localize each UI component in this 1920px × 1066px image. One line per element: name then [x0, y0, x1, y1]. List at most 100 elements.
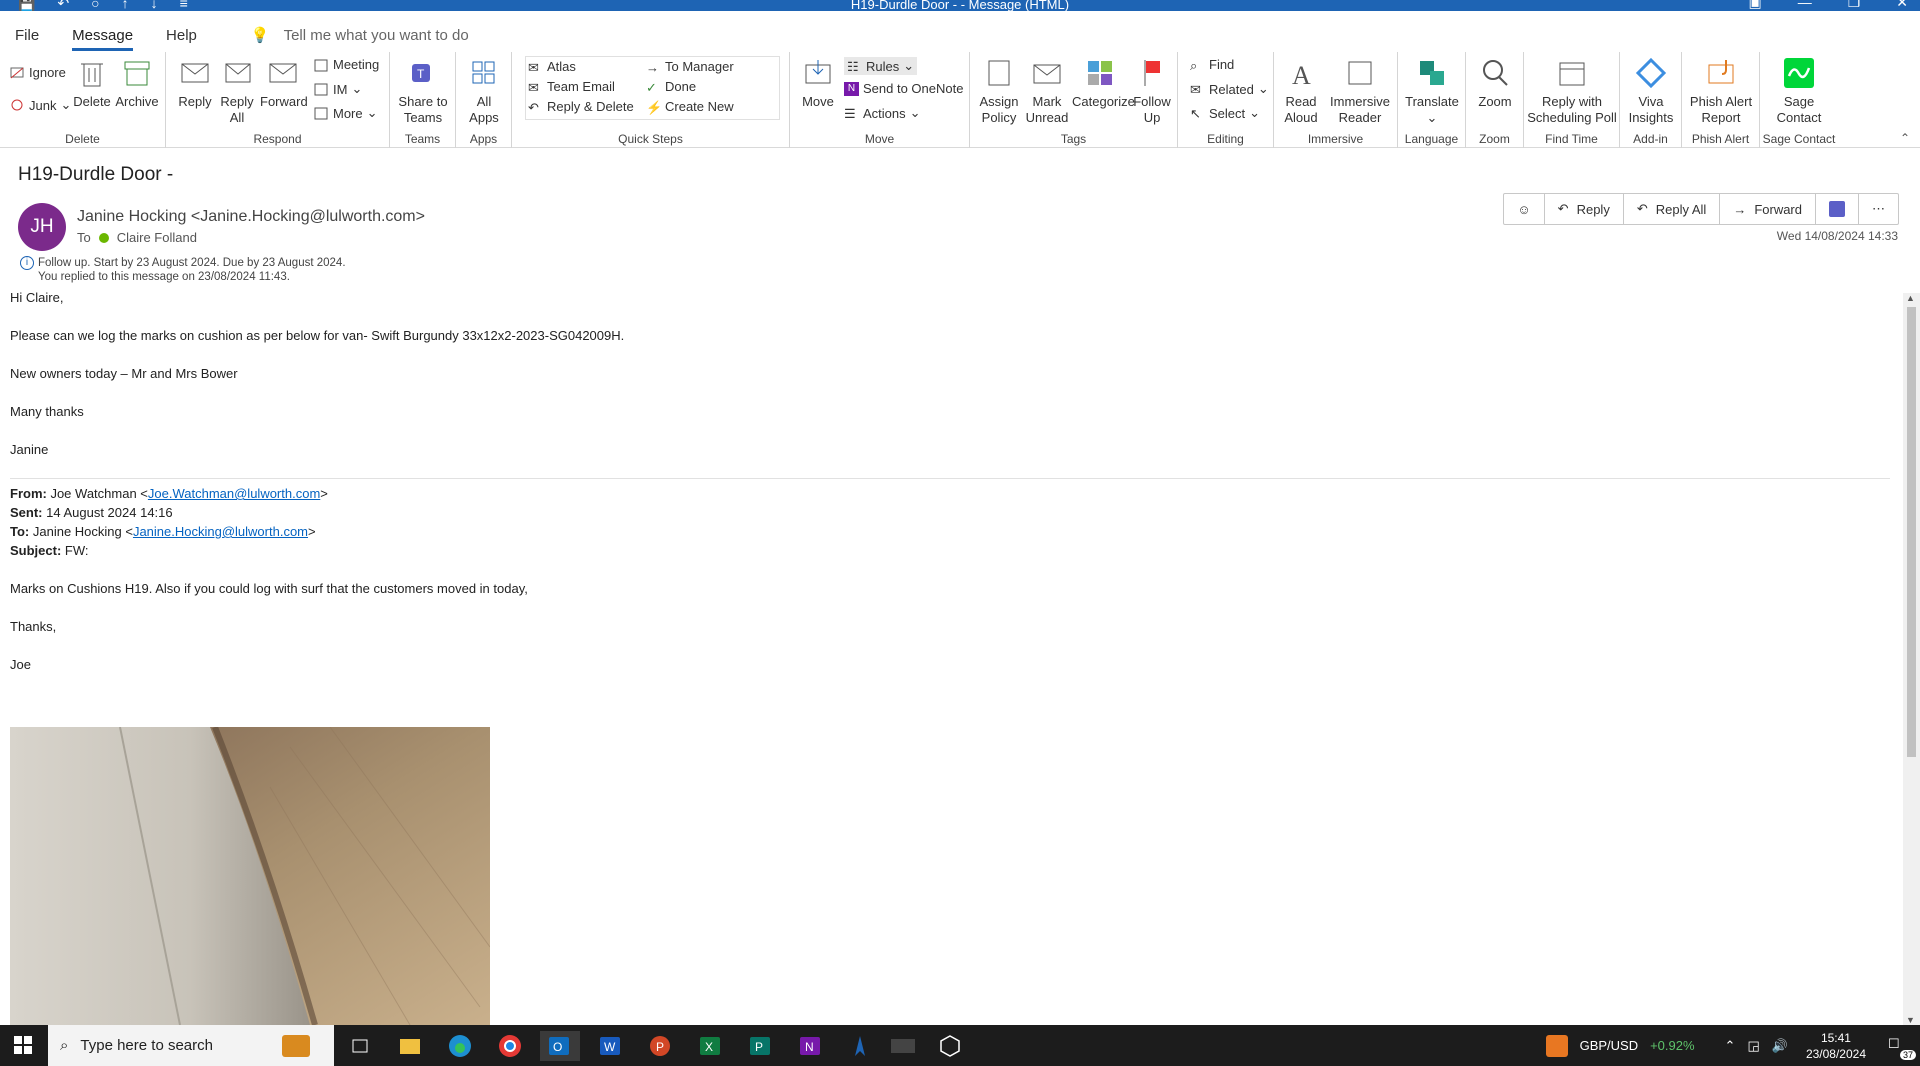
taskbar-search[interactable]: ⌕ Type here to search: [48, 1025, 334, 1066]
network-icon[interactable]: ◲: [1747, 1038, 1759, 1054]
find-button[interactable]: ⌕ Find: [1190, 57, 1234, 73]
task-view-icon[interactable]: [345, 1031, 375, 1061]
quickstep-create-new[interactable]: ⚡ Create New: [646, 99, 734, 115]
forwarded-header: From: Joe Watchman <Joe.Watchman@lulwort…: [10, 478, 1890, 560]
excel-icon[interactable]: X: [695, 1031, 725, 1061]
currency-pair[interactable]: GBP/USD: [1580, 1038, 1639, 1053]
windows-start-icon[interactable]: [14, 1036, 32, 1059]
fwd-to-email-link[interactable]: Janine.Hocking@lulworth.com: [133, 524, 308, 539]
ignore-button[interactable]: Ignore: [10, 65, 66, 80]
scroll-up-icon[interactable]: ▲: [1906, 293, 1915, 303]
group-label-move: Move: [864, 132, 895, 146]
junk-button[interactable]: Junk ⌄: [10, 97, 71, 113]
header-reply-button[interactable]: ↶ Reply: [1545, 194, 1624, 224]
message-body: Hi Claire, Please can we log the marks o…: [10, 288, 1890, 693]
categorize-button[interactable]: Categorize: [1072, 56, 1135, 110]
notification-icon[interactable]: ☐ 37: [1888, 1036, 1916, 1060]
group-label-quick-steps: Quick Steps: [618, 132, 683, 146]
clock-time: 15:41: [1820, 1030, 1851, 1045]
recipient-name[interactable]: Claire Folland: [117, 230, 197, 245]
header-reply-all-button[interactable]: ↶ Reply All: [1624, 194, 1721, 224]
viva-insights-button[interactable]: Viva Insights: [1624, 56, 1678, 126]
header-forward-button[interactable]: → Forward: [1720, 194, 1816, 224]
send-to-onenote-button[interactable]: N Send to OneNote: [844, 81, 963, 96]
scheduling-poll-button[interactable]: Reply with Scheduling Poll: [1526, 56, 1618, 126]
share-to-teams-button[interactable]: T Share to Teams: [398, 56, 448, 126]
app-figure-icon[interactable]: [845, 1031, 875, 1061]
reply-button[interactable]: Reply: [176, 56, 214, 110]
phish-alert-button[interactable]: Phish Alert Report: [1686, 56, 1756, 126]
chevron-down-icon: ⌄: [366, 105, 378, 120]
more-actions-button[interactable]: ⋯: [1859, 194, 1898, 224]
delete-button[interactable]: Delete: [72, 56, 112, 110]
forward-button[interactable]: Forward: [260, 56, 308, 110]
avatar[interactable]: JH: [18, 203, 66, 251]
translate-button[interactable]: Translate ⌄: [1404, 56, 1460, 126]
edge-icon[interactable]: [445, 1031, 475, 1061]
group-language: Translate ⌄ Language: [1398, 52, 1466, 148]
group-label-delete: Delete: [65, 132, 100, 146]
immersive-reader-button[interactable]: Immersive Reader: [1326, 56, 1394, 126]
quickstep-to-manager[interactable]: → To Manager: [646, 59, 734, 75]
chrome-icon[interactable]: [495, 1031, 525, 1061]
categorize-icon: [1083, 56, 1117, 90]
read-aloud-button[interactable]: A Read Aloud: [1278, 56, 1324, 126]
fwd-from-email-link[interactable]: Joe.Watchman@lulworth.com: [148, 486, 320, 501]
header-teams-button[interactable]: [1816, 194, 1859, 224]
app-cube-icon[interactable]: [935, 1031, 965, 1061]
more-button[interactable]: More ⌄: [314, 105, 378, 121]
tab-help[interactable]: Help: [166, 27, 197, 44]
viva-icon: [1634, 56, 1668, 90]
mark-unread-button[interactable]: Mark Unread: [1024, 56, 1070, 126]
zoom-button[interactable]: Zoom: [1472, 56, 1518, 110]
follow-up-button[interactable]: Follow Up: [1130, 56, 1174, 126]
volume-icon[interactable]: 🔊: [1772, 1038, 1788, 1054]
body-line-2: New owners today – Mr and Mrs Bower: [10, 366, 238, 381]
rules-button[interactable]: ☷ Rules ⌄: [844, 57, 918, 75]
sage-contact-button[interactable]: Sage Contact: [1766, 56, 1832, 126]
tab-message[interactable]: Message: [72, 27, 133, 51]
outlook-icon[interactable]: O: [540, 1031, 580, 1061]
assign-policy-button[interactable]: Assign Policy: [976, 56, 1022, 126]
quickstep-done[interactable]: ✓ Done: [646, 79, 696, 95]
tab-file[interactable]: File: [15, 27, 39, 44]
move-button[interactable]: Move: [798, 56, 838, 110]
quickstep-reply-delete[interactable]: ↶ Reply & Delete: [528, 99, 634, 115]
meeting-button[interactable]: Meeting: [314, 57, 379, 72]
envelope-icon: [1030, 56, 1064, 90]
sender-address[interactable]: Janine Hocking <Janine.Hocking@lulworth.…: [77, 208, 425, 226]
check-icon: ✓: [646, 79, 657, 95]
reply-all-button[interactable]: Reply All: [218, 56, 256, 126]
group-label-phish-alert: Phish Alert: [1691, 132, 1750, 146]
scroll-down-icon[interactable]: ▼: [1906, 1015, 1915, 1025]
junk-icon: [10, 98, 25, 112]
cushion-photo[interactable]: [10, 727, 490, 1025]
quickstep-atlas[interactable]: ✉ Atlas: [528, 59, 576, 75]
emoji-reaction-button[interactable]: ☺: [1504, 194, 1545, 224]
close-icon[interactable]: ✕: [1896, 0, 1908, 11]
select-button[interactable]: ↖ Select ⌄: [1190, 105, 1260, 121]
onenote-icon[interactable]: N: [795, 1031, 825, 1061]
actions-button[interactable]: ☰ Actions ⌄: [844, 105, 921, 121]
vertical-scrollbar[interactable]: ▲ ▼: [1903, 293, 1920, 1025]
related-button[interactable]: ✉ Related ⌄: [1190, 81, 1269, 97]
archive-button[interactable]: Archive: [114, 56, 160, 110]
publisher-icon[interactable]: P: [745, 1031, 775, 1061]
ribbon-display-icon[interactable]: ▣: [1748, 0, 1761, 11]
all-apps-button[interactable]: All Apps: [464, 56, 504, 126]
tell-me-search[interactable]: 💡 Tell me what you want to do: [251, 26, 469, 45]
powerpoint-icon[interactable]: P: [645, 1031, 675, 1061]
archive-icon: [120, 56, 154, 90]
quickstep-team-email[interactable]: ✉ Team Email: [528, 79, 615, 95]
im-button[interactable]: IM ⌄: [314, 81, 362, 97]
chevron-up-icon[interactable]: ⌃: [1725, 1038, 1736, 1054]
collapse-ribbon-icon[interactable]: ⌃: [1900, 131, 1910, 145]
file-explorer-icon[interactable]: [395, 1031, 425, 1061]
ignore-icon: [10, 66, 25, 80]
clock[interactable]: 15:41 23/08/2024: [1806, 1030, 1866, 1062]
scroll-thumb[interactable]: [1907, 307, 1916, 757]
word-icon[interactable]: W: [595, 1031, 625, 1061]
app-dark-icon[interactable]: [885, 1031, 921, 1061]
minimize-icon[interactable]: —: [1798, 0, 1812, 11]
maximize-icon[interactable]: ❐: [1848, 0, 1861, 11]
